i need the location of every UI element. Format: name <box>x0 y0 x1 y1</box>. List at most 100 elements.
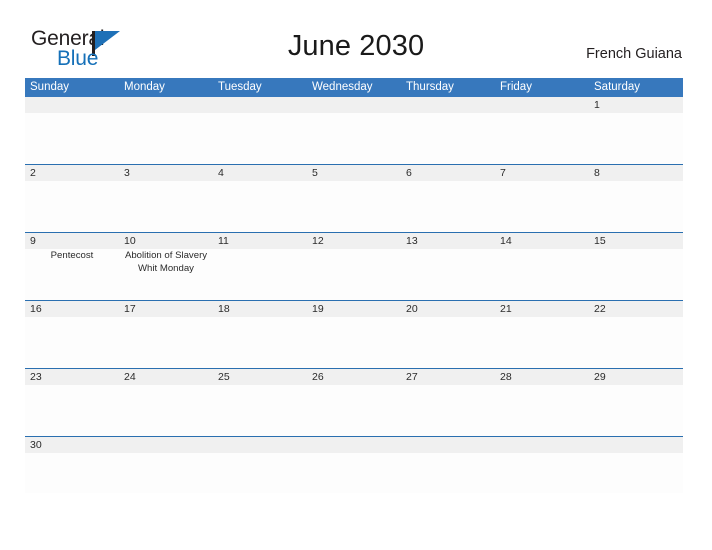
day-number[interactable]: 26 <box>307 369 401 385</box>
day-cell[interactable] <box>589 181 683 232</box>
day-cell[interactable] <box>495 249 589 300</box>
day-cell[interactable] <box>119 385 213 436</box>
day-number-empty <box>307 97 401 113</box>
day-number[interactable]: 19 <box>307 301 401 317</box>
day-cell[interactable] <box>213 317 307 368</box>
day-number[interactable]: 27 <box>401 369 495 385</box>
day-cell[interactable] <box>307 317 401 368</box>
calendar-week-row: 9 10 11 12 13 14 15 Pentecost Abolition of Slave… <box>25 232 683 300</box>
weekday-monday: Monday <box>124 81 165 93</box>
day-number[interactable]: 17 <box>119 301 213 317</box>
day-cell[interactable] <box>495 385 589 436</box>
day-cell[interactable] <box>213 181 307 232</box>
day-number[interactable]: 18 <box>213 301 307 317</box>
day-cell[interactable] <box>307 385 401 436</box>
day-cell[interactable] <box>307 249 401 300</box>
day-cell-empty <box>25 113 119 164</box>
day-cell[interactable] <box>307 181 401 232</box>
day-number[interactable]: 11 <box>213 233 307 249</box>
day-cell[interactable]: Pentecost <box>25 249 119 300</box>
locale-label: French Guiana <box>586 46 682 62</box>
day-cell[interactable] <box>401 317 495 368</box>
day-cell[interactable] <box>119 181 213 232</box>
calendar-weeks: 1 2 3 4 5 6 7 8 9 10 11 12 13 14 15 Pentecost Abolition … <box>25 97 683 493</box>
day-number[interactable]: 30 <box>25 437 119 453</box>
day-number[interactable]: 25 <box>213 369 307 385</box>
day-number[interactable]: 3 <box>119 165 213 181</box>
day-cell[interactable]: Abolition of Slavery Whit Monday <box>119 249 213 300</box>
day-number-empty <box>213 437 307 453</box>
day-number-band: 23 24 25 26 27 28 29 <box>25 369 683 385</box>
day-number-empty <box>589 437 683 453</box>
day-number[interactable]: 28 <box>495 369 589 385</box>
day-number[interactable]: 6 <box>401 165 495 181</box>
day-number-band: 2345678 <box>25 165 683 181</box>
day-cell[interactable] <box>401 249 495 300</box>
day-number-empty <box>401 437 495 453</box>
day-number[interactable]: 1 <box>589 97 683 113</box>
day-cell-empty <box>307 113 401 164</box>
day-events-band <box>25 453 683 493</box>
day-cell-empty <box>401 113 495 164</box>
day-number[interactable]: 12 <box>307 233 401 249</box>
day-cell[interactable] <box>589 249 683 300</box>
calendar-week-row: 2345678 <box>25 164 683 232</box>
day-number-empty <box>119 437 213 453</box>
day-number-band: 16 17 18 19 20 21 22 <box>25 301 683 317</box>
day-cell[interactable] <box>25 453 119 493</box>
day-number[interactable]: 7 <box>495 165 589 181</box>
day-number[interactable]: 8 <box>589 165 683 181</box>
day-cell[interactable] <box>589 385 683 436</box>
day-cell-empty <box>589 453 683 493</box>
day-number[interactable]: 23 <box>25 369 119 385</box>
weekday-header-row: Sunday Monday Tuesday Wednesday Thursday… <box>25 78 683 97</box>
day-number[interactable]: 21 <box>495 301 589 317</box>
day-number[interactable]: 14 <box>495 233 589 249</box>
day-cell[interactable] <box>213 385 307 436</box>
day-number[interactable]: 13 <box>401 233 495 249</box>
weekday-wednesday: Wednesday <box>312 81 373 93</box>
day-cell[interactable] <box>401 181 495 232</box>
day-cell-empty <box>401 453 495 493</box>
day-number[interactable]: 24 <box>119 369 213 385</box>
day-number-empty <box>495 437 589 453</box>
weekday-tuesday: Tuesday <box>218 81 262 93</box>
day-number[interactable]: 15 <box>589 233 683 249</box>
day-cell[interactable] <box>495 181 589 232</box>
day-cell[interactable] <box>25 317 119 368</box>
day-number-empty <box>401 97 495 113</box>
holiday-label: Abolition of Slavery <box>124 250 208 261</box>
day-number-band: 9 10 11 12 13 14 15 <box>25 233 683 249</box>
day-number-empty <box>25 97 119 113</box>
day-cell-empty <box>213 113 307 164</box>
day-number-empty <box>119 97 213 113</box>
day-cell[interactable] <box>25 385 119 436</box>
calendar-week-row: 23 24 25 26 27 28 29 <box>25 368 683 436</box>
day-events-band <box>25 181 683 232</box>
day-number-band: 1 <box>25 97 683 113</box>
day-number[interactable]: 9 <box>25 233 119 249</box>
day-number[interactable]: 2 <box>25 165 119 181</box>
day-number[interactable]: 16 <box>25 301 119 317</box>
day-cell[interactable] <box>119 317 213 368</box>
day-number[interactable]: 10 <box>119 233 213 249</box>
day-cell[interactable] <box>25 181 119 232</box>
day-cell[interactable] <box>495 317 589 368</box>
day-cell-empty <box>495 113 589 164</box>
day-cell[interactable] <box>589 113 683 164</box>
calendar-week-row: 1 <box>25 97 683 164</box>
day-number-empty <box>307 437 401 453</box>
day-cell-empty <box>307 453 401 493</box>
day-number-band: 30 <box>25 437 683 453</box>
day-cell[interactable] <box>213 249 307 300</box>
day-cell[interactable] <box>589 317 683 368</box>
day-number[interactable]: 5 <box>307 165 401 181</box>
day-number[interactable]: 4 <box>213 165 307 181</box>
weekday-saturday: Saturday <box>594 81 641 93</box>
day-number[interactable]: 20 <box>401 301 495 317</box>
day-number-empty <box>495 97 589 113</box>
day-number[interactable]: 29 <box>589 369 683 385</box>
calendar-page: General Blue June 2030 French Guiana Sun… <box>0 0 712 550</box>
day-cell[interactable] <box>401 385 495 436</box>
day-number[interactable]: 22 <box>589 301 683 317</box>
